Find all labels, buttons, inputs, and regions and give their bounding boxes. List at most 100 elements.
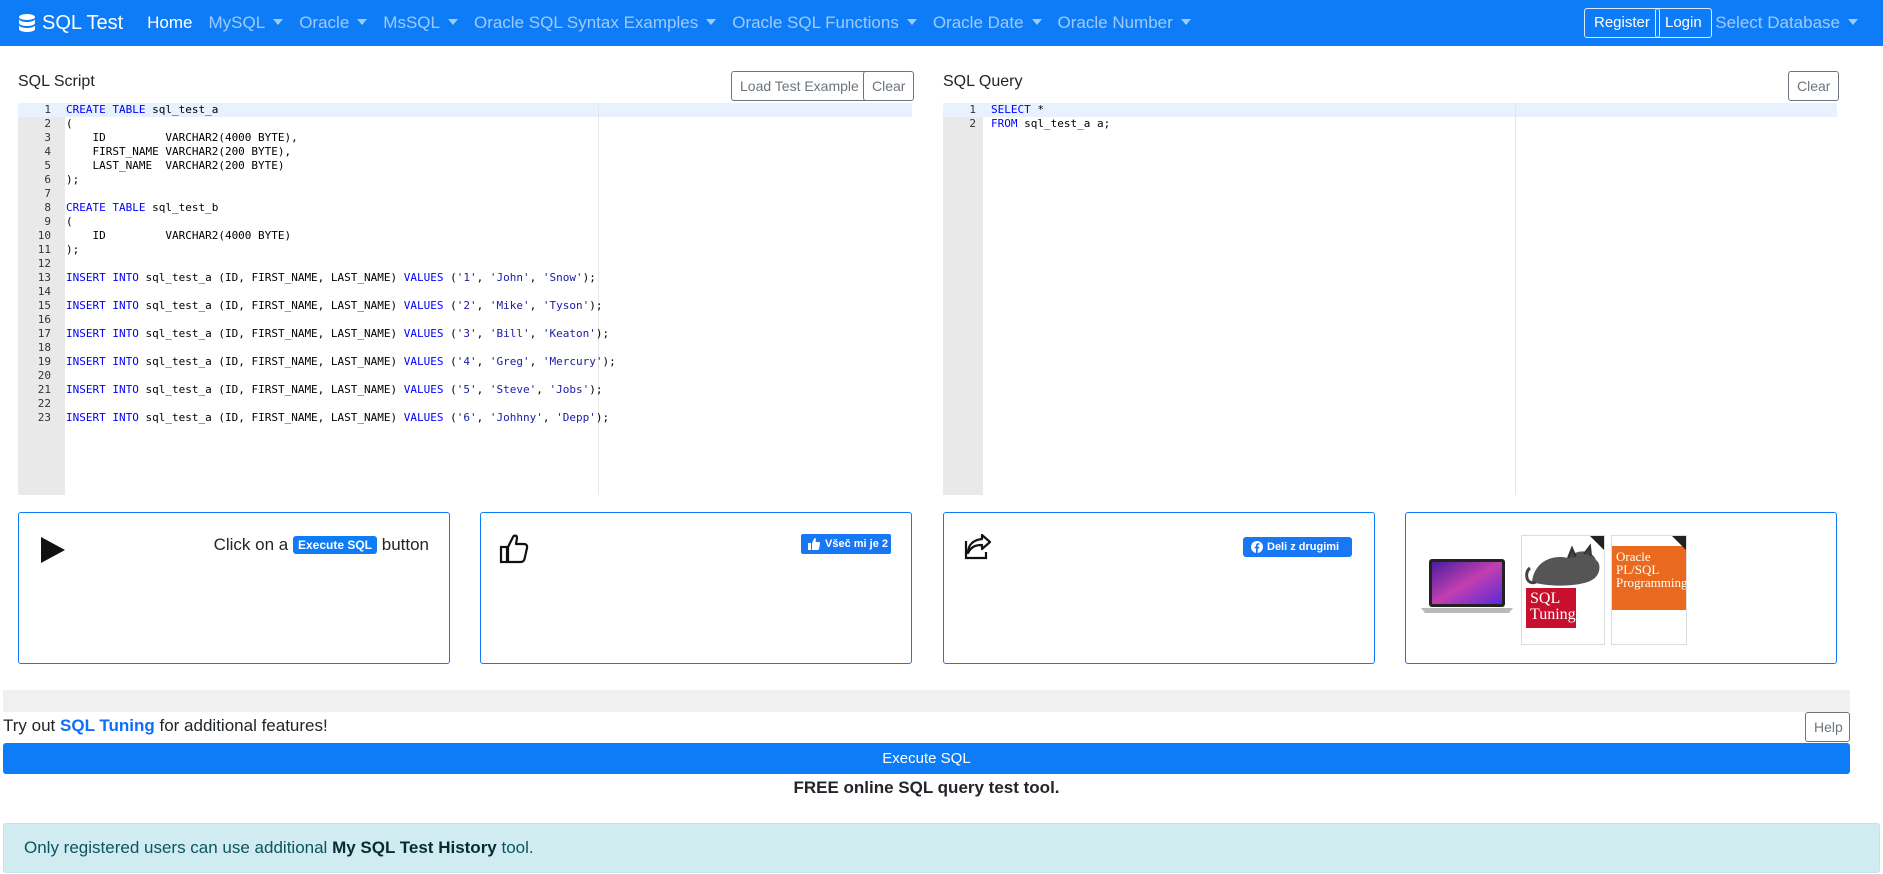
line-number: 13 bbox=[37, 271, 51, 284]
book1-corner bbox=[1590, 536, 1604, 550]
line-number: 6 bbox=[44, 173, 51, 186]
code-line: 16 bbox=[18, 313, 912, 327]
code-text: FROM sql_test_a a; bbox=[991, 117, 1111, 130]
code-line: 21 INSERT INTO sql_test_a (ID, FIRST_NAME… bbox=[18, 383, 912, 397]
facebook-like-button[interactable]: Všeč mi je 2 bbox=[801, 534, 891, 554]
code-text: ); bbox=[66, 243, 80, 256]
facebook-thumb-icon bbox=[808, 538, 820, 550]
nav-oracle-date[interactable]: Oracle Date bbox=[933, 13, 1042, 33]
line-number: 21 bbox=[37, 383, 51, 396]
print-margin bbox=[1515, 103, 1516, 495]
execute-sql-button[interactable]: Execute SQL bbox=[3, 743, 1850, 774]
code-line: 2 FROM sql_test_a a; bbox=[943, 117, 1837, 131]
nav-oracle-date-label: Oracle Date bbox=[932, 13, 1024, 32]
brand-name: SQL Test bbox=[42, 11, 124, 34]
share-card: Deli z drugimi bbox=[943, 512, 1375, 664]
line-number: 15 bbox=[37, 299, 51, 312]
sql-script-editor[interactable]: 1 CREATE TABLE sql_test_a 2(3 ID VARCHAR2(… bbox=[18, 103, 912, 495]
line-number: 11 bbox=[37, 243, 51, 256]
help-button[interactable]: Help bbox=[1805, 712, 1850, 742]
like-card: Všeč mi je 2 bbox=[480, 512, 912, 664]
code-line: 12 bbox=[18, 257, 912, 271]
my-sql-test-history-label: My SQL Test History bbox=[332, 838, 497, 857]
code-text: INSERT INTO sql_test_a (ID, FIRST_NAME, … bbox=[66, 327, 610, 340]
code-text: CREATE TABLE sql_test_b bbox=[66, 201, 219, 214]
facebook-share-label: Deli z drugimi bbox=[1267, 541, 1340, 553]
book2-corner bbox=[1672, 536, 1686, 550]
code-line: 4 FIRST_NAME VARCHAR2(200 BYTE), bbox=[18, 145, 912, 159]
database-icon bbox=[19, 14, 35, 32]
script-code: 1 CREATE TABLE sql_test_a 2(3 ID VARCHAR2(… bbox=[18, 103, 912, 425]
execute-hint-text: Click on a Execute SQL button bbox=[214, 535, 429, 555]
facebook-like-label: Všeč mi je 2 bbox=[825, 538, 888, 550]
brand[interactable]: SQL Test bbox=[18, 12, 123, 35]
line-number: 2 bbox=[969, 117, 976, 130]
execute-hint-card: Click on a Execute SQL button bbox=[18, 512, 450, 664]
sql-query-editor[interactable]: 1 SELECT * 2 FROM sql_test_a a; bbox=[943, 103, 1837, 495]
sql-tuning-link[interactable]: SQL Tuning bbox=[60, 716, 155, 735]
gray-separator-bar bbox=[3, 690, 1850, 712]
chevron-down-icon bbox=[1180, 18, 1191, 25]
register-button[interactable]: Register bbox=[1584, 8, 1660, 38]
line-number: 18 bbox=[37, 341, 51, 354]
facebook-share-button[interactable]: Deli z drugimi bbox=[1243, 537, 1352, 557]
book-cover-oracle-plsql[interactable]: Oracle PL/SQL Programming bbox=[1611, 535, 1687, 645]
nav-oracle-syntax[interactable]: Oracle SQL Syntax Examples bbox=[473, 13, 717, 33]
line-number: 3 bbox=[44, 131, 51, 144]
code-text: INSERT INTO sql_test_a (ID, FIRST_NAME, … bbox=[66, 271, 596, 284]
code-line: 15 INSERT INTO sql_test_a (ID, FIRST_NAME… bbox=[18, 299, 912, 313]
book1-title-block: SQL Tuning bbox=[1526, 588, 1576, 628]
code-line: 10 ID VARCHAR2(4000 BYTE) bbox=[18, 229, 912, 243]
code-line: 7 bbox=[18, 187, 912, 201]
chevron-down-icon bbox=[706, 18, 717, 25]
execute-hint-prefix: Click on a bbox=[213, 535, 289, 554]
code-line: 2( bbox=[18, 117, 912, 131]
query-code: 1 SELECT * 2 FROM sql_test_a a; bbox=[943, 103, 1837, 131]
chevron-down-icon bbox=[906, 18, 917, 25]
top-navbar: SQL Test Home MySQL Oracle MsSQL Oracle … bbox=[0, 0, 1883, 46]
nav-oracle-syntax-label: Oracle SQL Syntax Examples bbox=[473, 13, 699, 32]
nav-home[interactable]: Home bbox=[147, 13, 192, 33]
clear-script-button[interactable]: Clear bbox=[863, 71, 915, 101]
login-button[interactable]: Login bbox=[1655, 8, 1712, 38]
clear-query-button[interactable]: Clear bbox=[1788, 71, 1840, 101]
select-database-label: Select Database bbox=[1715, 13, 1840, 32]
code-line: 23 INSERT INTO sql_test_a (ID, FIRST_NAME… bbox=[18, 411, 912, 425]
line-number: 5 bbox=[44, 159, 51, 172]
share-icon bbox=[964, 533, 992, 560]
book1-title: SQL Tuning bbox=[1530, 590, 1576, 623]
code-line: 1 SELECT * bbox=[943, 103, 1837, 117]
code-text: LAST_NAME VARCHAR2(200 BYTE) bbox=[66, 159, 285, 172]
registered-users-alert: Only registered users can use additional… bbox=[3, 823, 1880, 873]
nav-oracle-label: Oracle bbox=[299, 13, 350, 32]
laptop-image[interactable] bbox=[1421, 557, 1513, 617]
line-number: 8 bbox=[44, 201, 51, 214]
code-text: INSERT INTO sql_test_a (ID, FIRST_NAME, … bbox=[66, 299, 603, 312]
nav-mssql[interactable]: MsSQL bbox=[383, 13, 458, 33]
book-cover-sql-tuning[interactable]: SQL Tuning bbox=[1521, 535, 1605, 645]
nav-mysql[interactable]: MySQL bbox=[209, 13, 284, 33]
load-test-example-button[interactable]: Load Test Example bbox=[731, 71, 868, 101]
nav-oracle[interactable]: Oracle bbox=[299, 13, 368, 33]
select-database-dropdown[interactable]: Select Database bbox=[1715, 13, 1858, 33]
nav-oracle-functions[interactable]: Oracle SQL Functions bbox=[732, 13, 917, 33]
chevron-down-icon bbox=[357, 18, 368, 25]
line-number: 22 bbox=[37, 397, 51, 410]
nav-mssql-label: MsSQL bbox=[383, 13, 440, 32]
code-line: 19 INSERT INTO sql_test_a (ID, FIRST_NAME… bbox=[18, 355, 912, 369]
code-text: ID VARCHAR2(4000 BYTE), bbox=[66, 131, 298, 144]
code-line: 20 bbox=[18, 369, 912, 383]
line-number: 9 bbox=[44, 215, 51, 228]
code-line: 5 LAST_NAME VARCHAR2(200 BYTE) bbox=[18, 159, 912, 173]
code-text: ( bbox=[66, 117, 73, 130]
code-line: 14 bbox=[18, 285, 912, 299]
nav-oracle-number[interactable]: Oracle Number bbox=[1058, 13, 1191, 33]
free-tool-text: FREE online SQL query test tool. bbox=[793, 778, 1060, 797]
code-text: FIRST_NAME VARCHAR2(200 BYTE), bbox=[66, 145, 292, 158]
